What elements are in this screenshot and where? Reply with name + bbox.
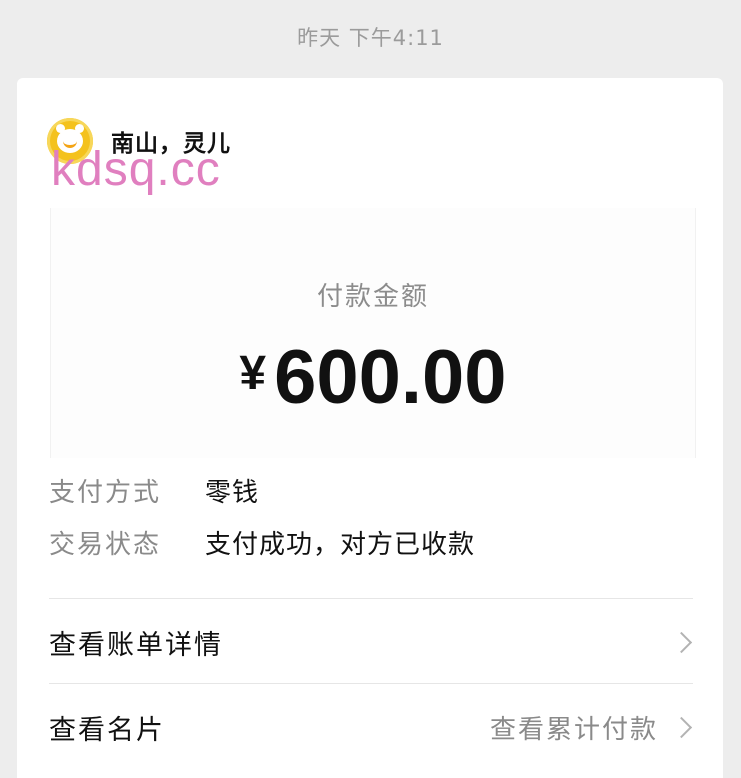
transaction-status-label: 交易状态: [49, 529, 162, 560]
payment-method-row: 支付方式 零钱: [49, 470, 259, 510]
view-bill-detail-link[interactable]: 查看账单详情: [49, 600, 695, 684]
transaction-status-row: 交易状态 支付成功，对方已收款: [49, 522, 475, 562]
amount-value: 600.00: [274, 335, 507, 420]
amount-panel: 付款金额 ¥600.00: [50, 208, 696, 458]
watermark-text: kdsq.cc: [51, 143, 221, 196]
divider: [49, 683, 693, 684]
view-bill-detail-label: 查看账单详情: [49, 629, 223, 661]
transaction-status-value: 支付成功，对方已收款: [205, 529, 476, 560]
message-timestamp: 昨天 下午4:11: [297, 26, 444, 50]
view-card-label: 查看名片: [49, 714, 165, 746]
view-cumulative-payment-label[interactable]: 查看累计付款: [490, 709, 658, 746]
payment-method-label: 支付方式: [49, 477, 162, 508]
chevron-right-icon: [670, 716, 693, 738]
amount-label: 付款金额: [316, 282, 429, 312]
payment-method-value: 零钱: [205, 477, 260, 508]
divider: [49, 598, 693, 599]
chevron-right-icon: [670, 631, 693, 653]
view-bill-detail-right: [670, 631, 695, 653]
view-card-link[interactable]: 查看名片 查看累计付款: [49, 685, 695, 769]
currency-symbol: ¥: [239, 347, 267, 400]
amount-value-wrap: ¥600.00: [51, 340, 695, 416]
payment-card: 南山，灵儿 kdsq.cc 付款金额 ¥600.00 支付方式 零钱 交易状态 …: [17, 78, 723, 778]
view-card-right: 查看累计付款: [490, 709, 695, 746]
